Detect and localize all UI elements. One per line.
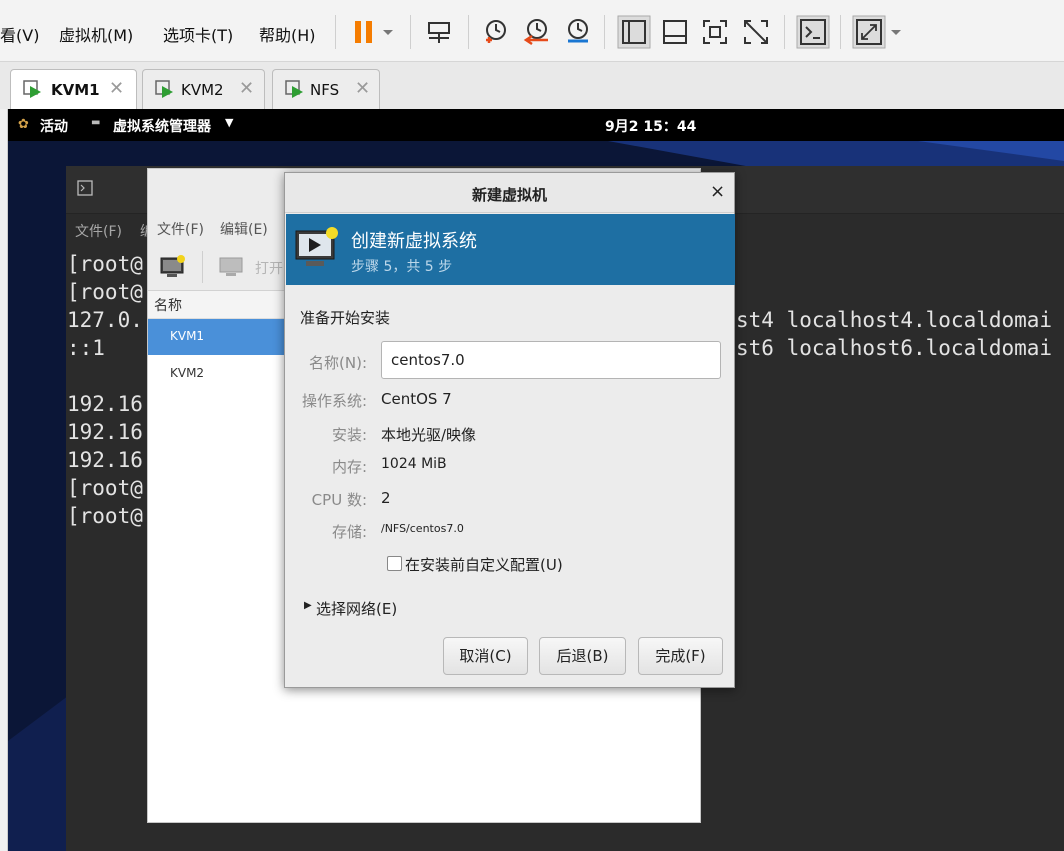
app-menu-icon: ▬ <box>91 117 101 128</box>
tab-kvm2[interactable]: KVM2 ✕ <box>142 69 265 109</box>
memory-label: 内存: <box>331 458 367 476</box>
toolbar-separator <box>840 15 841 49</box>
menu-tabs[interactable]: 选项卡(T) <box>163 22 233 46</box>
terminal-line: [root@ <box>67 476 143 500</box>
terminal-line: 192.16 <box>67 448 143 472</box>
vm-running-icon <box>155 80 173 98</box>
send-keys-icon[interactable] <box>424 17 454 47</box>
console-view-icon[interactable] <box>660 17 690 47</box>
tab-nfs[interactable]: NFS ✕ <box>272 69 380 109</box>
name-input[interactable] <box>381 341 721 379</box>
host-window-edge <box>0 109 8 851</box>
toolbar-separator <box>784 15 785 49</box>
banner-step: 步骤 5，共 5 步 <box>351 259 453 275</box>
vm-name: KVM1 <box>170 329 205 343</box>
dialog-title: 新建虚拟机 <box>471 186 547 204</box>
install-value: 本地光驱/映像 <box>381 426 477 444</box>
close-icon[interactable]: ✕ <box>109 78 124 99</box>
terminal-line: [root@ <box>67 252 143 276</box>
tab-label: NFS <box>310 81 340 99</box>
column-header-name[interactable]: 名称 <box>154 295 182 315</box>
dropdown-icon[interactable] <box>378 17 398 47</box>
vm-name: KVM2 <box>170 366 205 380</box>
customize-label[interactable]: 在安装前自定义配置(U) <box>405 554 563 575</box>
toolbar-separator <box>202 251 203 283</box>
vm-running-icon <box>285 80 303 98</box>
new-vm-icon[interactable] <box>160 255 186 279</box>
clock[interactable]: 9月2 15：44 <box>605 116 696 136</box>
banner-title: 创建新虚拟系统 <box>351 231 477 252</box>
storage-value: /NFS/centos7.0 <box>381 522 464 535</box>
manager-menu-edit[interactable]: 编辑(E) <box>220 219 268 239</box>
gnome-top-bar: ✿ 活动 ▬ 虚拟系统管理器 ▼ 9月2 15：44 <box>8 109 1064 141</box>
storage-label: 存储: <box>331 523 367 541</box>
menu-vm[interactable]: 虚拟机(M) <box>59 22 133 46</box>
terminal-line: st6 localhost6.localdomai <box>736 336 1053 360</box>
menu-help[interactable]: 帮助(H) <box>259 22 316 46</box>
dialog-banner: 创建新虚拟系统 步骤 5，共 5 步 <box>286 214 735 285</box>
manager-menu-file[interactable]: 文件(F) <box>157 219 204 239</box>
manage-snapshot-icon[interactable] <box>563 17 593 47</box>
pause-icon[interactable] <box>350 17 380 47</box>
customize-checkbox[interactable] <box>387 556 402 571</box>
terminal-icon[interactable] <box>796 15 830 49</box>
close-icon[interactable]: ✕ <box>355 78 370 99</box>
activities-button[interactable]: 活动 <box>40 116 68 136</box>
cpu-value: 2 <box>381 489 391 507</box>
terminal-line: 192.16 <box>67 392 143 416</box>
terminal-line: ::1 <box>67 336 105 360</box>
cancel-button[interactable]: 取消(C) <box>443 637 528 675</box>
vmware-menubar: 看(V) 虚拟机(M) 选项卡(T) 帮助(H) <box>0 0 1064 62</box>
terminal-line: [root@ <box>67 504 143 528</box>
menu-view[interactable]: 看(V) <box>0 22 39 46</box>
monitor-icon[interactable] <box>219 255 243 279</box>
chevron-down-icon: ▼ <box>225 116 234 129</box>
revert-snapshot-icon[interactable] <box>522 17 552 47</box>
memory-value: 1024 MiB <box>381 456 447 472</box>
terminal-line: st4 localhost4.localdomai <box>736 308 1053 332</box>
os-value: CentOS 7 <box>381 390 452 408</box>
back-button[interactable]: 后退(B) <box>539 637 626 675</box>
dialog-titlebar: 新建虚拟机 × <box>285 173 734 213</box>
fullscreen-icon[interactable] <box>700 17 730 47</box>
single-view-icon[interactable] <box>617 15 651 49</box>
snapshot-icon[interactable] <box>480 17 510 47</box>
close-button[interactable]: × <box>710 181 725 202</box>
network-expander[interactable]: 选择网络(E) <box>316 598 397 619</box>
finish-button[interactable]: 完成(F) <box>638 637 723 675</box>
toolbar-separator <box>468 15 469 49</box>
cpu-label: CPU 数: <box>311 491 367 509</box>
install-label: 安装: <box>331 426 367 444</box>
toolbar-separator <box>410 15 411 49</box>
new-vm-dialog[interactable]: 新建虚拟机 × 创建新虚拟系统 步骤 5，共 5 步 准备开始安装 名称(N):… <box>284 172 735 688</box>
tab-label: KVM1 <box>51 81 100 99</box>
vm-tab-bar: KVM1 ✕ KVM2 ✕ NFS ✕ <box>0 62 1064 109</box>
app-menu-button[interactable]: 虚拟系统管理器 <box>113 116 211 136</box>
terminal-line: [root@ <box>67 280 143 304</box>
dropdown-icon[interactable] <box>886 17 906 47</box>
expander-icon[interactable]: ▶ <box>304 600 312 611</box>
tab-kvm1[interactable]: KVM1 ✕ <box>10 69 137 109</box>
activities-icon: ✿ <box>18 117 29 132</box>
terminal-line: 192.16 <box>67 420 143 444</box>
close-icon[interactable]: ✕ <box>239 78 254 99</box>
terminal-small-icon <box>77 180 93 196</box>
stretch-icon[interactable] <box>852 15 886 49</box>
name-label: 名称(N): <box>309 354 367 372</box>
tab-label: KVM2 <box>181 81 224 99</box>
unity-icon[interactable] <box>741 17 771 47</box>
os-label: 操作系统: <box>301 392 367 410</box>
toolbar-separator <box>604 15 605 49</box>
terminal-line: 127.0. <box>67 308 143 332</box>
section-heading: 准备开始安装 <box>300 309 391 327</box>
toolbar-separator <box>335 15 336 49</box>
new-vm-icon <box>295 227 338 266</box>
terminal-menu-file[interactable]: 文件(F) <box>75 221 122 241</box>
vm-running-icon <box>23 80 41 98</box>
open-button[interactable]: 打开 <box>255 258 283 278</box>
